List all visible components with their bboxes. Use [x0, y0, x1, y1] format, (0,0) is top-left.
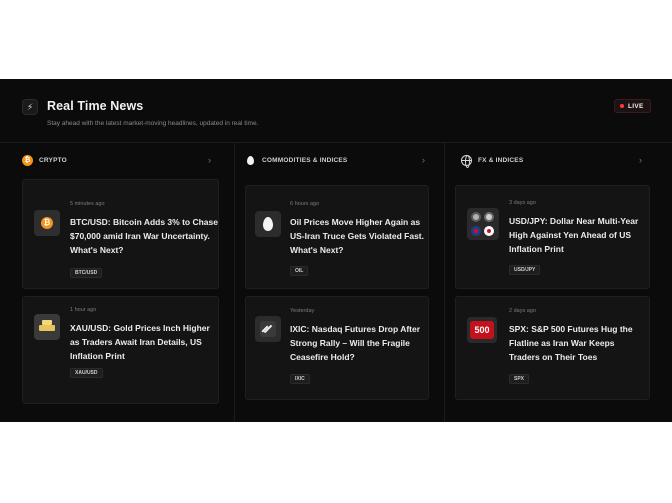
gold-bars-thumb-icon	[34, 314, 60, 340]
column-title: CRYPTO	[39, 156, 67, 164]
oil-drop-thumb-icon	[255, 211, 281, 237]
sp500-thumb-icon: 500	[467, 317, 497, 343]
column-fx-indices: FX & INDICES › 3 days ago USD/JPY: Dolla…	[455, 143, 650, 422]
chevron-right-icon[interactable]: ›	[639, 153, 642, 167]
column-commodities-indices: COMMODITIES & INDICES › 6 hours ago Oil …	[245, 143, 429, 422]
live-label: LIVE	[628, 102, 644, 110]
news-headline[interactable]: SPX: S&P 500 Futures Hug the Flatline as…	[509, 322, 647, 364]
globe-icon	[461, 154, 472, 168]
news-headline[interactable]: Oil Prices Move Higher Again as US-Iran …	[290, 215, 426, 257]
news-card[interactable]: 6 hours ago Oil Prices Move Higher Again…	[245, 185, 429, 289]
news-tag[interactable]: XAU/USD	[70, 368, 103, 378]
oil-drop-icon	[245, 155, 256, 166]
news-card[interactable]: 3 days ago USD/JPY: Dollar Near Multi-Ye…	[455, 185, 650, 289]
news-tag[interactable]: IXIC	[290, 374, 310, 384]
column-divider	[234, 143, 235, 422]
news-time: 6 hours ago	[290, 201, 320, 207]
real-time-news-widget: ⚡ Real Time News Stay ahead with the lat…	[0, 79, 672, 422]
chevron-right-icon[interactable]: ›	[422, 153, 425, 167]
column-header-fx[interactable]: FX & INDICES	[461, 153, 524, 168]
news-time: 3 days ago	[509, 200, 536, 206]
news-tag[interactable]: SPX	[509, 374, 530, 384]
column-title: COMMODITIES & INDICES	[262, 156, 348, 164]
news-time: Yesterday	[290, 308, 315, 314]
chevron-right-icon[interactable]: ›	[208, 153, 211, 167]
news-headline[interactable]: IXIC: Nasdaq Futures Drop After Strong R…	[290, 322, 426, 364]
lightning-icon: ⚡	[22, 99, 38, 115]
column-header-crypto[interactable]: ₿ CRYPTO	[22, 153, 67, 167]
column-header-commodities[interactable]: COMMODITIES & INDICES	[245, 153, 347, 167]
usd-jpy-flags-thumb-icon	[467, 208, 499, 240]
news-headline[interactable]: BTC/USD: Bitcoin Adds 3% to Chase $70,00…	[70, 215, 220, 257]
column-title: FX & INDICES	[478, 156, 524, 164]
nasdaq-thumb-icon	[255, 316, 281, 342]
news-time: 5 minutes ago	[70, 201, 105, 207]
news-headline[interactable]: USD/JPY: Dollar Near Multi-Year High Aga…	[509, 214, 647, 256]
live-badge: LIVE	[614, 99, 651, 113]
news-tag[interactable]: BTC/USD	[70, 268, 103, 278]
column-crypto: ₿ CRYPTO › ₿ 5 minutes ago BTC/USD: Bitc…	[22, 143, 219, 422]
news-tag[interactable]: OIL	[290, 266, 309, 276]
news-headline[interactable]: XAU/USD: Gold Prices Inch Higher as Trad…	[70, 321, 220, 363]
live-dot-icon	[620, 104, 624, 108]
news-card[interactable]: Yesterday IXIC: Nasdaq Futures Drop Afte…	[245, 296, 429, 400]
bitcoin-thumb-icon: ₿	[34, 210, 60, 236]
widget-header: ⚡ Real Time News Stay ahead with the lat…	[0, 79, 672, 143]
news-card[interactable]: 500 2 days ago SPX: S&P 500 Futures Hug …	[455, 296, 650, 400]
column-divider	[444, 143, 445, 422]
news-card[interactable]: ₿ 5 minutes ago BTC/USD: Bitcoin Adds 3%…	[22, 179, 219, 289]
news-time: 2 days ago	[509, 308, 536, 314]
news-card[interactable]: 1 hour ago XAU/USD: Gold Prices Inch Hig…	[22, 296, 219, 404]
widget-subtitle: Stay ahead with the latest market-moving…	[47, 120, 259, 127]
news-tag[interactable]: USD/JPY	[509, 265, 541, 275]
widget-title: Real Time News	[47, 99, 144, 113]
news-time: 1 hour ago	[70, 307, 97, 313]
bitcoin-icon: ₿	[22, 154, 33, 166]
